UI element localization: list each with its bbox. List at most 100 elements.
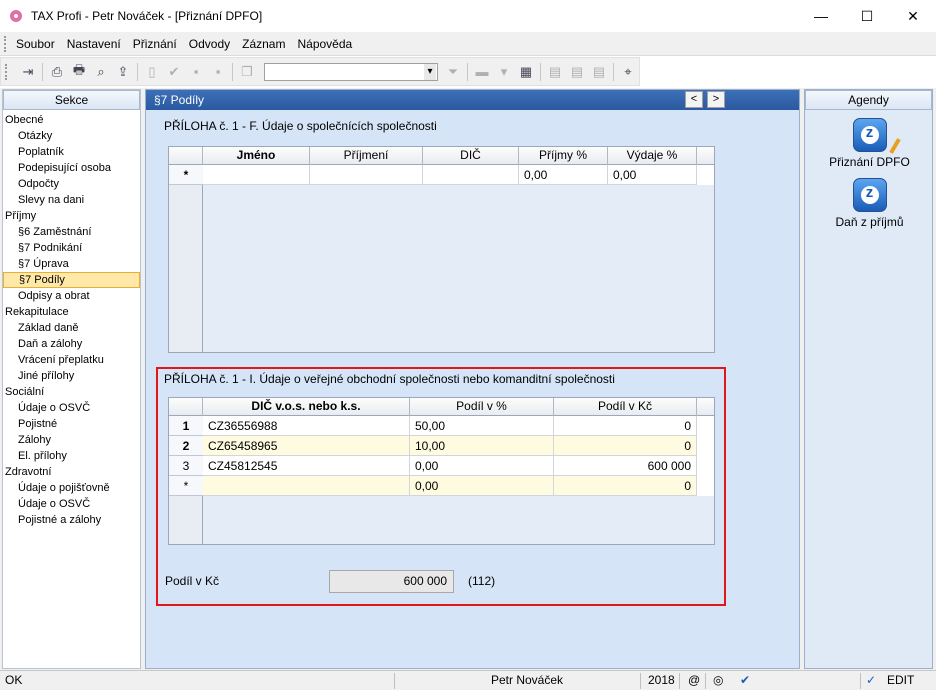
sekce-group[interactable]: Zdravotní [3, 464, 140, 480]
copy-icon[interactable]: ❐ [238, 63, 256, 81]
cell-dic-vos[interactable]: CZ36556988 [203, 416, 410, 436]
notes-icon[interactable]: ▤ [590, 63, 608, 81]
folder-icon[interactable]: ▬ [473, 63, 491, 81]
sekce-item[interactable]: Údaje o OSVČ [3, 496, 140, 512]
menu-soubor[interactable]: Soubor [16, 37, 55, 51]
sekce-item[interactable]: Slevy na dani [3, 192, 140, 208]
cell-podil-kc[interactable]: 0 [554, 436, 697, 456]
sekce-group[interactable]: Rekapitulace [3, 304, 140, 320]
col-jmeno[interactable]: Jméno [203, 147, 310, 165]
print-icon[interactable]: 🖶 [70, 62, 88, 81]
col-dic[interactable]: DIČ [423, 147, 519, 165]
dan-z-prijmu-icon [852, 178, 887, 212]
row-number[interactable]: 2 [169, 436, 203, 456]
menu-zaznam[interactable]: Záznam [242, 37, 285, 51]
agendy-header: Agendy [805, 90, 932, 110]
cell-podil-pct[interactable]: 0,00 [410, 476, 554, 496]
spolecnici-grid[interactable]: Jméno Příjmení DIČ Příjmy % Výdaje % * 0… [168, 146, 715, 353]
cell-vydaje[interactable]: 0,00 [608, 165, 697, 185]
menu-odvody[interactable]: Odvody [189, 37, 230, 51]
exit-door-icon[interactable]: ⇥ [19, 63, 37, 81]
col-podil-pct[interactable]: Podíl v % [410, 398, 554, 416]
sekce-item[interactable]: Pojistné a zálohy [3, 512, 140, 528]
sekce-item[interactable]: §6 Zaměstnání [3, 224, 140, 240]
sekce-item[interactable]: Pojistné [3, 416, 140, 432]
minimize-button[interactable]: — [798, 0, 844, 32]
menu-bar: Soubor Nastavení Přiznání Odvody Záznam … [0, 32, 936, 56]
toolbar-separator [613, 62, 614, 81]
sekce-item[interactable]: Odpočty [3, 176, 140, 192]
cell-jmeno[interactable] [203, 165, 310, 185]
col-podil-kc[interactable]: Podíl v Kč [554, 398, 697, 416]
sekce-item[interactable]: Vrácení přeplatku [3, 352, 140, 368]
row-number[interactable]: 1 [169, 416, 203, 436]
row-number[interactable]: 3 [169, 456, 203, 476]
calculator-icon[interactable]: ▦ [517, 63, 535, 81]
cell-podil-kc[interactable]: 600 000 [554, 456, 697, 476]
cell-dic-vos[interactable]: CZ65458965 [203, 436, 410, 456]
cell-dic[interactable] [423, 165, 519, 185]
help-cursor-icon[interactable]: ⌖ [619, 63, 637, 81]
export-icon[interactable]: ⇪ [114, 63, 132, 81]
new-row-marker[interactable]: * [169, 165, 203, 185]
message-icon[interactable]: ▤ [546, 63, 564, 81]
list-icon[interactable]: ▤ [568, 63, 586, 81]
sekce-item[interactable]: Údaje o OSVČ [3, 400, 140, 416]
close-button[interactable]: ✕ [890, 0, 936, 32]
sekce-group[interactable]: Obecné [3, 112, 140, 128]
prev-section-button[interactable]: < [685, 91, 703, 108]
toolbar-combo[interactable] [264, 62, 438, 81]
sekce-group[interactable]: Příjmy [3, 208, 140, 224]
new-document-icon[interactable]: ▯ [143, 63, 161, 81]
cell-podil-pct[interactable]: 50,00 [410, 416, 554, 436]
save-icon[interactable]: ▪ [187, 63, 205, 81]
row-number[interactable]: * [169, 476, 203, 496]
sekce-item[interactable]: §7 Podíly [3, 272, 140, 288]
sekce-item[interactable]: §7 Úprava [3, 256, 140, 272]
cell-prijmy[interactable]: 0,00 [519, 165, 608, 185]
sekce-panel: Sekce Obecné Otázky Poplatník Podepisující … [2, 89, 141, 669]
menu-napoveda[interactable]: Nápověda [297, 37, 352, 51]
filter-icon[interactable]: ⏷ [444, 63, 462, 81]
col-prijmeni[interactable]: Příjmení [310, 147, 423, 165]
signal-icon: ◎ [713, 673, 724, 687]
sekce-item[interactable]: Podepisující osoba [3, 160, 140, 176]
cell-prijmeni[interactable] [310, 165, 423, 185]
sekce-group[interactable]: Sociální [3, 384, 140, 400]
sekce-item[interactable]: Otázky [3, 128, 140, 144]
sekce-item[interactable]: Údaje o pojišťovně [3, 480, 140, 496]
cell-dic-vos[interactable] [203, 476, 410, 496]
sekce-item[interactable]: Odpisy a obrat [3, 288, 140, 304]
cell-dic-vos[interactable]: CZ45812545 [203, 456, 410, 476]
save-all-icon[interactable]: ▪ [209, 63, 227, 81]
sekce-item[interactable]: Daň a zálohy [3, 336, 140, 352]
sekce-list: Obecné Otázky Poplatník Podepisující osoba O… [3, 110, 140, 528]
folder-dropdown-icon[interactable]: ▾ [495, 63, 513, 81]
check-icon[interactable]: ✔ [165, 63, 183, 81]
col-dic-vos[interactable]: DIČ v.o.s. nebo k.s. [203, 398, 410, 416]
sekce-item[interactable]: §7 Podnikání [3, 240, 140, 256]
podil-kc-total: 600 000 [329, 570, 454, 593]
maximize-button[interactable]: ☐ [844, 0, 890, 32]
sekce-item[interactable]: Základ daně [3, 320, 140, 336]
sekce-item[interactable]: Jiné přílohy [3, 368, 140, 384]
cell-podil-pct[interactable]: 0,00 [410, 456, 554, 476]
sekce-item[interactable]: El. přílohy [3, 448, 140, 464]
status-text: OK [5, 673, 23, 687]
agenda-priznani-dpfo[interactable]: Přiznání DPFO [805, 118, 934, 169]
cell-podil-kc[interactable]: 0 [554, 416, 697, 436]
menu-priznani[interactable]: Přiznání [133, 37, 177, 51]
print-preview-icon[interactable]: ⌕ [92, 63, 110, 81]
status-year: 2018 [648, 673, 675, 687]
col-prijmy[interactable]: Příjmy % [519, 147, 608, 165]
sekce-item[interactable]: Poplatník [3, 144, 140, 160]
print-setup-icon[interactable]: ⎙ [48, 63, 66, 81]
agenda-dan-z-prijmu[interactable]: Daň z příjmů [805, 178, 934, 229]
menu-nastaveni[interactable]: Nastavení [67, 37, 121, 51]
sekce-item[interactable]: Zálohy [3, 432, 140, 448]
cell-podil-pct[interactable]: 10,00 [410, 436, 554, 456]
next-section-button[interactable]: > [707, 91, 725, 108]
cell-podil-kc[interactable]: 0 [554, 476, 697, 496]
vos-grid[interactable]: DIČ v.o.s. nebo k.s. Podíl v % Podíl v K… [168, 397, 715, 545]
col-vydaje[interactable]: Výdaje % [608, 147, 697, 165]
